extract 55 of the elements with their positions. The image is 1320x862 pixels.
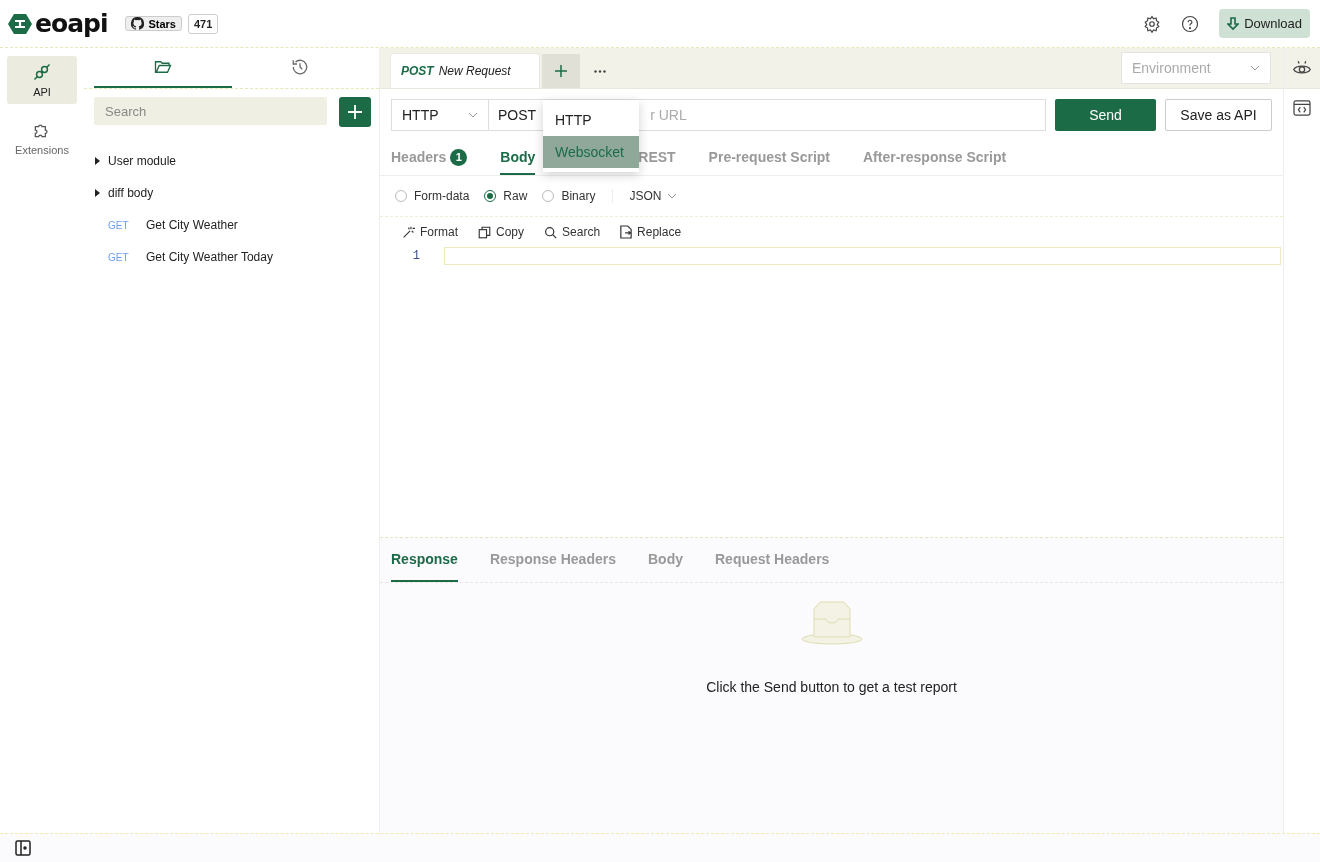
protocol-select[interactable]: HTTP (391, 99, 489, 131)
plug-icon (32, 62, 52, 82)
github-stars-button[interactable]: Stars (125, 16, 182, 31)
empty-inbox-icon (799, 601, 864, 645)
line-number: 1 (411, 249, 421, 263)
search-icon (544, 225, 558, 239)
request-section-tab[interactable]: Body (500, 141, 536, 175)
logo-icon (8, 11, 32, 36)
folder-name[interactable]: diff body (108, 186, 154, 200)
send-button[interactable]: Send (1055, 99, 1156, 131)
wand-icon (402, 225, 415, 239)
history-icon (291, 58, 310, 76)
more-icon[interactable] (593, 69, 606, 73)
empty-message: Click the Send button to get a test report (706, 679, 957, 695)
add-button[interactable] (339, 97, 371, 127)
request-section-tab[interactable]: Headers 1 (391, 141, 468, 175)
save-button[interactable]: Save as API (1165, 99, 1272, 131)
folder-name[interactable]: User module (108, 154, 177, 168)
settings-icon[interactable] (1143, 14, 1162, 33)
body-type-radio[interactable]: Form-data (395, 189, 470, 203)
copy-icon (478, 225, 491, 239)
caret-right-icon[interactable] (94, 157, 100, 165)
caret-right-icon[interactable] (94, 189, 100, 197)
body-type-radio[interactable]: Raw (484, 189, 528, 203)
body-type-radio[interactable]: Binary (542, 189, 596, 203)
request-tab[interactable]: POST New Request (390, 53, 540, 88)
format-select[interactable]: JSON (612, 189, 678, 203)
chevron-down-icon (667, 193, 678, 199)
plus-icon (554, 65, 567, 77)
method-label: GET (107, 219, 130, 231)
nav-item[interactable]: Extensions (7, 114, 77, 162)
chevron-down-icon (1250, 65, 1260, 71)
download-button[interactable]: Download (1219, 9, 1310, 38)
editor-tool-button[interactable]: Copy (478, 225, 525, 239)
folder-icon (153, 59, 172, 75)
method-label: GET (107, 251, 130, 263)
github-icon (131, 17, 145, 30)
new-tab-button[interactable] (541, 54, 580, 88)
editor-tool-button[interactable]: Search (544, 225, 601, 239)
chevron-down-icon (468, 112, 478, 118)
api-name[interactable]: Get City Weather Today (146, 250, 273, 264)
editor-tool-button[interactable]: Replace (620, 225, 682, 239)
nav-item[interactable]: API (7, 56, 77, 104)
editor-tool-button[interactable]: Format (402, 225, 458, 239)
help-icon[interactable] (1181, 14, 1200, 33)
code-panel-icon[interactable] (1293, 100, 1311, 116)
stars-count: 471 (188, 13, 219, 34)
download-icon (1227, 16, 1240, 31)
search-field[interactable]: Search (94, 97, 327, 125)
api-name[interactable]: Get City Weather (146, 218, 238, 232)
sidebar-toggle-icon[interactable] (15, 840, 31, 856)
plus-icon (348, 105, 362, 119)
logo-text: eoapi (35, 9, 108, 38)
file-icon (620, 225, 633, 239)
eye-icon[interactable] (1293, 60, 1311, 76)
